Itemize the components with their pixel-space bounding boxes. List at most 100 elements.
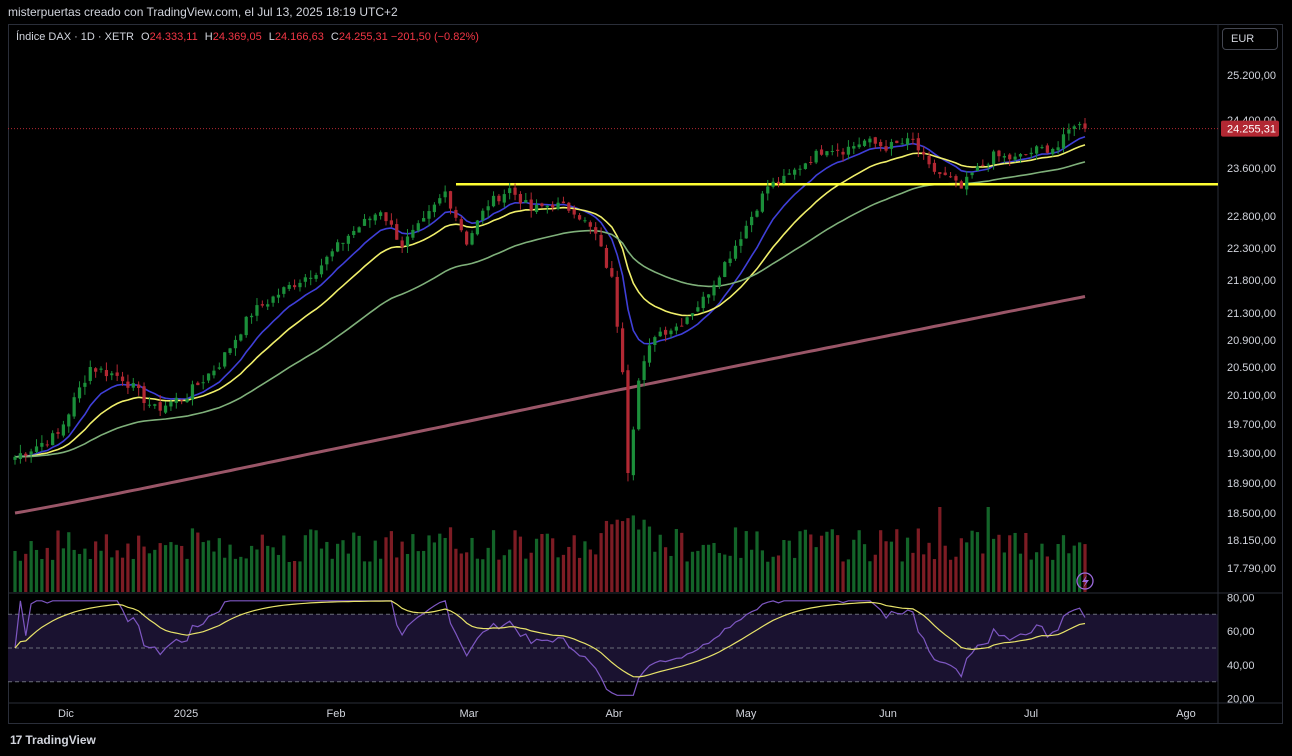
candle-body [701, 296, 705, 309]
candle-body [486, 206, 490, 211]
candle-body [658, 331, 662, 337]
time-tick-label: Mar [460, 708, 479, 720]
volume-bar [120, 557, 125, 592]
volume-bar [674, 528, 678, 592]
candle-body [830, 151, 834, 153]
candle-body [696, 307, 700, 312]
rsi-tick-label: 20,00 [1227, 694, 1255, 706]
candle-body [981, 164, 985, 166]
rsi-tick-label: 60,00 [1227, 626, 1255, 638]
volume-bar [825, 531, 829, 592]
candle-body [379, 212, 383, 216]
volume-bar [292, 560, 297, 592]
candle-body [228, 348, 232, 353]
time-tick-label: Feb [327, 708, 346, 720]
candle-body [674, 326, 678, 331]
candle-body [508, 188, 512, 194]
candle-body [943, 172, 947, 176]
volume-bar [83, 548, 87, 592]
candle-body [938, 172, 942, 175]
volume-bar [524, 558, 528, 592]
volume-bar [448, 527, 453, 592]
candle-body [680, 325, 684, 327]
volume-bar [750, 549, 754, 592]
volume-bar [545, 533, 549, 592]
price-tick-label: 21.300,00 [1227, 308, 1276, 320]
candle-body [879, 142, 883, 147]
time-tick-label: Jul [1024, 708, 1038, 720]
volume-bar [325, 541, 329, 592]
volume-bar [728, 555, 732, 592]
candle-body [319, 265, 324, 275]
volume-bar [701, 544, 705, 592]
volume-bar [67, 532, 71, 592]
volume-bar [626, 518, 630, 592]
chart-canvas[interactable]: 25.200,0024.400,0023.600,0022.800,0022.3… [0, 0, 1292, 756]
volume-bar [40, 559, 44, 592]
rsi-axis: 80,00 60,00 40,00 20,00 [1227, 592, 1255, 705]
volume-bar [373, 540, 377, 592]
candle-body [873, 137, 877, 144]
candle-body [610, 268, 614, 277]
volume-bar [400, 541, 404, 592]
price-tick-label: 20.100,00 [1227, 390, 1276, 402]
candle-body [438, 198, 442, 204]
currency-selector[interactable]: EUR [1222, 28, 1278, 50]
candle-body [986, 164, 990, 166]
volume-bar [233, 558, 238, 592]
volume-bar [443, 537, 447, 592]
volume-bar [819, 535, 824, 592]
volume-bar [760, 550, 764, 592]
candle-body [427, 211, 431, 219]
price-tick-label: 19.300,00 [1227, 448, 1276, 460]
candle-body [1018, 154, 1023, 157]
time-axis: Dic 2025 Feb Mar Abr May Jun Jul Ago [58, 708, 1196, 720]
candle-body [975, 166, 980, 171]
candle-body [411, 229, 415, 238]
high-label: H [204, 31, 213, 43]
candle-body [669, 330, 673, 335]
candle-body [1002, 156, 1006, 158]
volume-bar [1045, 556, 1049, 592]
candle-body [733, 245, 738, 259]
candle-body [223, 352, 227, 367]
candle-body [556, 202, 560, 210]
time-tick-label: 2025 [174, 708, 198, 720]
volume-bar [459, 553, 463, 592]
volume-bar [45, 547, 49, 592]
volume-bar [475, 558, 480, 592]
volume-bar [427, 535, 431, 592]
candle-body [793, 169, 797, 175]
volume-bar [814, 547, 818, 592]
candle-body [1008, 154, 1012, 160]
candle-body [104, 370, 109, 377]
volume-bar [685, 561, 689, 592]
volume-bar [620, 521, 625, 592]
volume-bar [744, 531, 748, 592]
price-tick-label: 17.790,00 [1227, 563, 1276, 575]
volume-bar [336, 543, 340, 592]
candle-body [1051, 149, 1055, 155]
volume-bar [567, 546, 571, 592]
candle-body [368, 218, 372, 221]
volume-bar [346, 553, 350, 592]
volume-bar [658, 534, 662, 592]
candle-body [776, 181, 781, 184]
candle-body [685, 317, 689, 324]
candle-body [309, 277, 313, 279]
time-tick-label: Ago [1176, 708, 1196, 720]
volume-bar [895, 529, 899, 592]
candle-body [604, 248, 609, 268]
candle-body [599, 234, 603, 247]
candle-body [750, 216, 754, 226]
candle-body [690, 313, 695, 317]
volume-bar [94, 541, 98, 592]
volume-bar [314, 530, 318, 592]
candle-body [244, 316, 248, 336]
volume-bar [922, 554, 926, 592]
volume-bar [900, 561, 904, 592]
volume-bar [529, 552, 533, 592]
footer-brand[interactable]: 17 TradingView [10, 733, 96, 747]
volume-bar [131, 558, 135, 592]
volume-bar [927, 542, 931, 592]
